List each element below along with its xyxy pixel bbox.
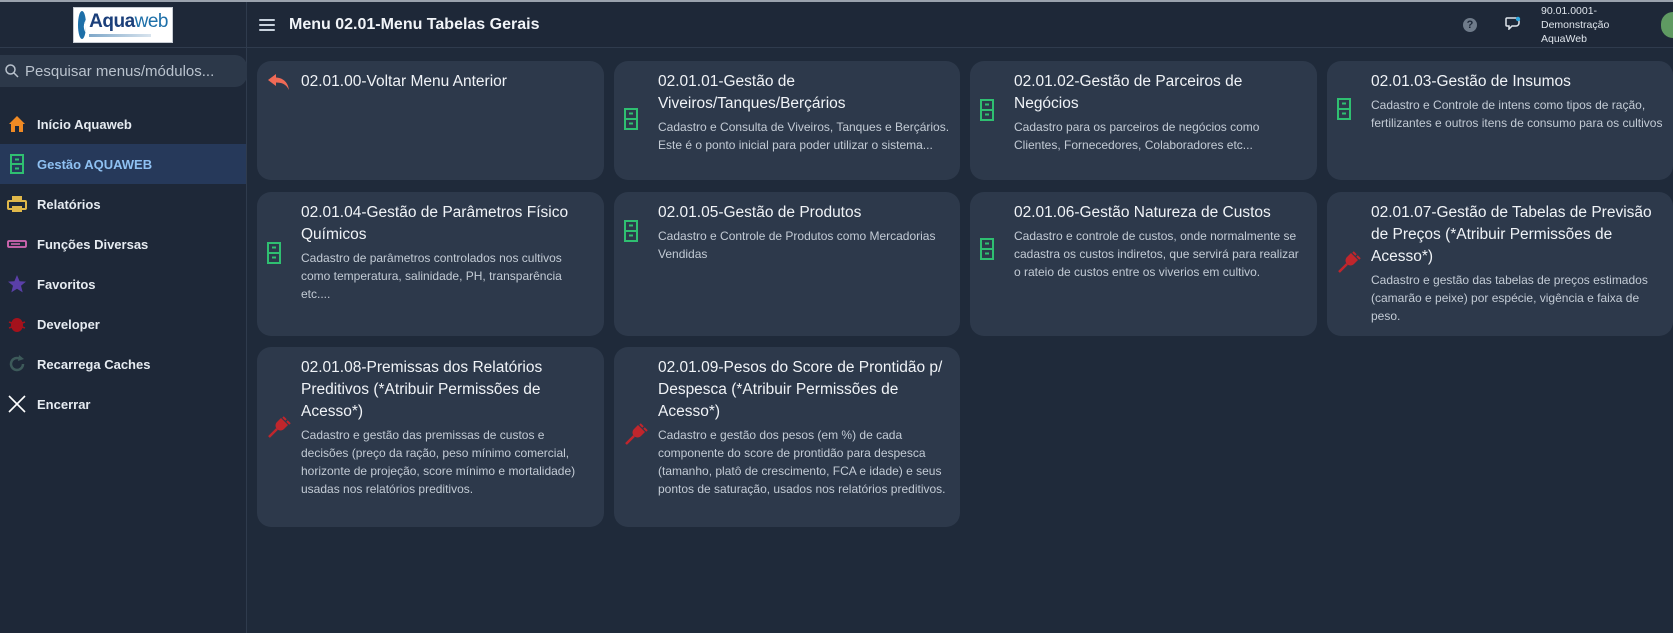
file-cabinet-icon [7,154,27,174]
sidebar: Aquaweb Início Aquaweb Gestão AQUAWEB [0,2,247,633]
card-description: Cadastro e Controle de Produtos como Mer… [658,229,936,261]
tag-icon [7,234,27,254]
card-description: Cadastro e gestão das premissas de custo… [301,428,576,496]
header-actions: ? 90.01.0001- Demonstração AquaWeb [1463,2,1673,48]
red-plug-icon [1337,250,1361,279]
logo-text: Aquaweb [89,12,169,37]
red-plug-icon [267,415,291,444]
card-title: 02.01.08-Premissas dos Relatórios Predit… [301,359,543,420]
file-cabinet-icon [1337,98,1351,125]
search-input[interactable] [25,62,225,80]
user-info[interactable]: 90.01.0001- Demonstração AquaWeb [1541,4,1661,46]
card-description: Cadastro e gestão dos pesos (em %) de ca… [658,428,946,496]
close-icon [7,394,27,414]
sidebar-item-label: Encerrar [37,396,91,412]
menu-card-02-01-01[interactable]: 02.01.01-Gestão de Viveiros/Tanques/Berç… [614,61,960,180]
card-title: 02.01.05-Gestão de Produtos [658,204,862,221]
card-description: Cadastro para os parceiros de negócios c… [1014,120,1260,152]
user-line-company: AquaWeb [1541,33,1587,45]
sidebar-item-funcoes[interactable]: Funções Diversas [0,224,246,264]
logo-name-bold: Aqua [89,11,135,32]
menu-card-02-01-05[interactable]: 02.01.05-Gestão de Produtos Cadastro e C… [614,192,960,336]
logo-name-thin: web [134,11,169,32]
help-icon[interactable]: ? [1463,18,1477,32]
card-description: Cadastro de parâmetros controlados nos c… [301,251,562,301]
home-icon [7,114,27,134]
sidebar-item-label: Início Aquaweb [37,116,132,132]
card-title: 02.01.00-Voltar Menu Anterior [301,73,507,90]
user-line-name: Demonstração [1541,19,1610,31]
sidebar-item-recarrega[interactable]: Recarrega Caches [0,344,246,384]
file-cabinet-icon [980,238,994,265]
red-plug-icon [624,422,648,451]
refresh-icon [7,354,27,374]
search-icon [5,64,19,78]
file-cabinet-icon [624,220,638,247]
sidebar-item-inicio[interactable]: Início Aquaweb [0,104,246,144]
sidebar-nav: Início Aquaweb Gestão AQUAWEB Relatórios… [0,104,246,424]
card-description: Cadastro e controle de custos, onde norm… [1014,229,1299,279]
sidebar-item-developer[interactable]: Developer [0,304,246,344]
sidebar-item-gestao[interactable]: Gestão AQUAWEB [0,144,246,184]
page-title: Menu 02.01-Menu Tabelas Gerais [289,15,540,33]
hamburger-menu-icon[interactable] [259,18,275,31]
sidebar-item-relatorios[interactable]: Relatórios [0,184,246,224]
menu-card-02-01-00[interactable]: 02.01.00-Voltar Menu Anterior [257,61,604,180]
user-line-code: 90.01.0001- [1541,5,1598,17]
card-title: 02.01.06-Gestão Natureza de Custos [1014,204,1271,221]
card-title: 02.01.04-Gestão de Parâmetros Físico Quí… [301,204,569,243]
bug-icon [7,314,27,334]
file-cabinet-icon [980,99,994,126]
logo-area: Aquaweb [0,2,246,48]
file-cabinet-icon [624,108,638,135]
top-header: Menu 02.01-Menu Tabelas Gerais ? 90.01.0… [247,2,1673,48]
avatar[interactable] [1661,12,1673,38]
menu-card-02-01-09[interactable]: 02.01.09-Pesos do Score de Prontidão p/ … [614,347,960,527]
card-description: Cadastro e Controle de intens como tipos… [1371,98,1663,130]
sidebar-item-label: Relatórios [37,196,101,212]
sidebar-item-label: Developer [37,316,100,332]
logo-tagline-bar [89,34,152,37]
menu-card-02-01-06[interactable]: 02.01.06-Gestão Natureza de Custos Cadas… [970,192,1317,336]
sidebar-item-label: Funções Diversas [37,236,149,252]
menu-card-02-01-08[interactable]: 02.01.08-Premissas dos Relatórios Predit… [257,347,604,527]
sidebar-item-label: Recarrega Caches [37,356,151,372]
sidebar-item-encerrar[interactable]: Encerrar [0,384,246,424]
card-description: Cadastro e gestão das tabelas de preços … [1371,273,1648,323]
menu-card-02-01-07[interactable]: 02.01.07-Gestão de Tabelas de Previsão d… [1327,192,1673,336]
card-description: Cadastro e Consulta de Viveiros, Tanques… [658,120,950,152]
star-icon [7,274,27,294]
card-title: 02.01.02-Gestão de Parceiros de Negócios [1014,73,1243,112]
menu-card-02-01-04[interactable]: 02.01.04-Gestão de Parâmetros Físico Quí… [257,192,604,336]
file-cabinet-icon [267,242,281,269]
menu-card-02-01-02[interactable]: 02.01.02-Gestão de Parceiros de Negócios… [970,61,1317,180]
card-title: 02.01.03-Gestão de Insumos [1371,73,1571,90]
sidebar-item-favoritos[interactable]: Favoritos [0,264,246,304]
card-title: 02.01.01-Gestão de Viveiros/Tanques/Berç… [658,73,846,112]
card-title: 02.01.09-Pesos do Score de Prontidão p/ … [658,359,943,420]
logo-name: Aquaweb [89,12,168,31]
sidebar-item-label: Gestão AQUAWEB [37,156,153,172]
back-arrow-icon [267,73,291,96]
menu-card-02-01-03[interactable]: 02.01.03-Gestão de Insumos Cadastro e Co… [1327,61,1673,180]
chat-icon[interactable] [1505,16,1521,35]
search-box [0,55,247,87]
logo-mark-icon [78,10,87,39]
aquaweb-logo[interactable]: Aquaweb [73,6,173,43]
sidebar-item-label: Favoritos [37,276,96,292]
printer-icon [7,194,27,214]
card-title: 02.01.07-Gestão de Tabelas de Previsão d… [1371,204,1652,265]
